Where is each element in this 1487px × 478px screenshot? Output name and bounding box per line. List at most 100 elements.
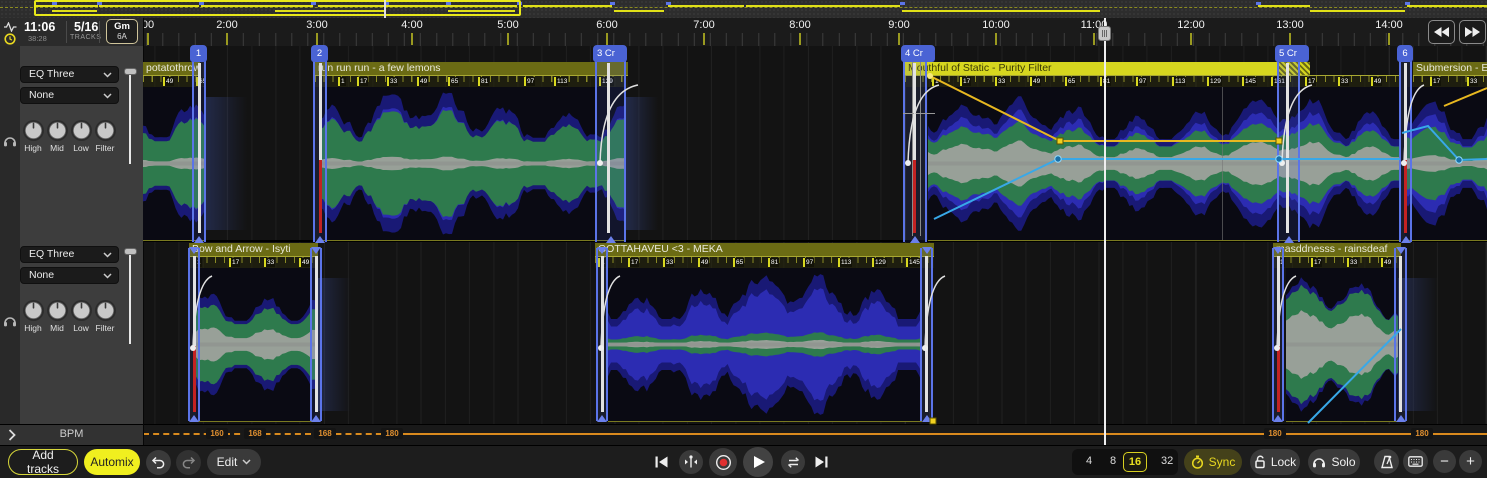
- minimap-viewport[interactable]: [34, 0, 521, 16]
- cue-tag[interactable]: 5 Cr: [1275, 45, 1309, 62]
- divider: [66, 21, 67, 43]
- time-ruler[interactable]: 002:003:004:005:006:007:008:009:0010:001…: [143, 18, 1487, 46]
- cue-region[interactable]: [920, 248, 933, 421]
- beat-number-chip: 113: [554, 77, 568, 86]
- bpm-value-chip[interactable]: 180: [1264, 428, 1286, 439]
- cue-region[interactable]: [903, 55, 927, 242]
- ruler-minute-tick: [507, 33, 509, 45]
- edit-label: Edit: [217, 455, 238, 469]
- bar-option-16[interactable]: 16: [1123, 452, 1147, 472]
- cue-tag[interactable]: 6: [1397, 45, 1413, 62]
- knob-mid[interactable]: [46, 299, 69, 322]
- beat-number-chip: 17: [1311, 258, 1322, 267]
- bar-option-8[interactable]: 8: [1110, 455, 1116, 467]
- chevron-down-icon: [103, 273, 112, 279]
- cue-tag[interactable]: 2: [311, 45, 328, 62]
- record-button[interactable]: [709, 448, 737, 476]
- clip-title-bar[interactable]: run run run - a few lemons: [315, 62, 628, 75]
- cue-region[interactable]: [595, 55, 626, 242]
- play-button[interactable]: [743, 447, 773, 477]
- fx-dropdown[interactable]: None: [20, 87, 119, 104]
- ruler-minute-tick: [799, 33, 801, 45]
- bpm-value-chip[interactable]: 180: [1411, 428, 1433, 439]
- fx-dropdown[interactable]: None: [20, 267, 119, 284]
- cue-region[interactable]: [1277, 55, 1300, 242]
- knob-low[interactable]: [70, 299, 93, 322]
- metronome-button[interactable]: [1374, 449, 1399, 474]
- cue-fade-curve: [1279, 55, 1318, 247]
- cue-handle-bottom[interactable]: [315, 236, 325, 243]
- knob-mid[interactable]: [46, 119, 69, 142]
- minimap-clip-bar: [1310, 10, 1405, 12]
- knob-label: Mid: [50, 323, 64, 333]
- clip-waveform[interactable]: [320, 87, 626, 240]
- cue-region[interactable]: [1272, 248, 1284, 421]
- sync-button[interactable]: Sync: [1184, 449, 1242, 475]
- cue-region[interactable]: [1394, 248, 1407, 421]
- cue-handle-bottom[interactable]: [311, 415, 321, 422]
- rewind-button[interactable]: [1428, 20, 1455, 44]
- skip-start-button[interactable]: [653, 454, 669, 470]
- cue-region[interactable]: [310, 248, 322, 421]
- bpm-value-chip[interactable]: 180: [381, 428, 403, 439]
- eq-preset-dropdown[interactable]: EQ Three: [20, 246, 119, 263]
- beat-number-chip: 33: [387, 77, 398, 86]
- cue-handle-top[interactable]: [1396, 247, 1406, 254]
- cue-handle-bottom[interactable]: [194, 236, 204, 243]
- knob-high[interactable]: [22, 299, 45, 322]
- skip-end-button[interactable]: [813, 454, 829, 470]
- cue-headphone-button[interactable]: [3, 134, 18, 147]
- knob-low[interactable]: [70, 119, 93, 142]
- cue-handle-bottom[interactable]: [1396, 415, 1406, 422]
- redo-button[interactable]: [176, 450, 201, 475]
- undo-button[interactable]: [146, 450, 171, 475]
- loop-button[interactable]: [781, 450, 805, 474]
- bpm-value-chip[interactable]: 168: [244, 428, 266, 439]
- add-tracks-button[interactable]: Add tracks: [8, 449, 78, 475]
- ruler-minute-tick: [703, 33, 705, 45]
- ruler-minute-tick: [316, 33, 318, 45]
- beat-number-chip: 33: [663, 258, 674, 267]
- cue-region[interactable]: [188, 248, 200, 421]
- bpm-lane[interactable]: 160 168 168 180 180 180: [143, 425, 1487, 445]
- clip-beat-ruler: 1173349658197113129145: [595, 256, 934, 268]
- clip-title-bar[interactable]: Mouthful of Static - Purity Filter: [905, 62, 1277, 75]
- lock-button[interactable]: Lock: [1250, 449, 1300, 475]
- edit-button[interactable]: Edit: [207, 449, 261, 475]
- cue-headphone-button[interactable]: [3, 314, 18, 327]
- cue-tag[interactable]: 1: [190, 45, 207, 62]
- cue-region[interactable]: [1399, 55, 1412, 242]
- bpm-value-chip[interactable]: 160: [206, 428, 228, 439]
- volume-slider-handle[interactable]: [124, 68, 137, 75]
- cue-tag[interactable]: 4 Cr: [901, 45, 935, 62]
- overview-minimap[interactable]: [0, 0, 1487, 18]
- knob-filter[interactable]: [94, 299, 117, 322]
- cue-region[interactable]: [192, 55, 206, 242]
- ruler-time-label: 14:00: [1375, 19, 1403, 31]
- solo-button[interactable]: Solo: [1308, 449, 1360, 475]
- fast-forward-button[interactable]: [1459, 20, 1486, 44]
- cue-region[interactable]: [313, 55, 327, 242]
- volume-slider-handle[interactable]: [124, 248, 137, 255]
- bar-option-32[interactable]: 32: [1161, 455, 1173, 467]
- eq-preset-dropdown[interactable]: EQ Three: [20, 66, 119, 83]
- cue-handle-top[interactable]: [311, 247, 321, 254]
- center-playhead-button[interactable]: [679, 450, 703, 474]
- ruler-minute-tick: [606, 33, 608, 45]
- cue-region[interactable]: [596, 248, 608, 421]
- playhead-handle[interactable]: [1098, 26, 1111, 41]
- bar-option-4[interactable]: 4: [1086, 455, 1092, 467]
- automix-button[interactable]: Automix: [84, 449, 140, 475]
- keyboard-shortcuts-button[interactable]: [1403, 449, 1428, 474]
- clip-waveform[interactable]: [928, 87, 1400, 240]
- cue-tag[interactable]: 3 Cr: [593, 45, 627, 62]
- knob-high[interactable]: [22, 119, 45, 142]
- clip-waveform[interactable]: [608, 268, 922, 421]
- zoom-in-button[interactable]: +: [1459, 450, 1482, 473]
- key-badge[interactable]: Gm 6A: [106, 19, 138, 44]
- zoom-out-button[interactable]: −: [1433, 450, 1456, 473]
- bpm-value-chip[interactable]: 168: [314, 428, 336, 439]
- clip-waveform[interactable]: [1286, 268, 1398, 421]
- clip-title-bar[interactable]: GOTTAHAVEU <3 - MEKA: [595, 243, 934, 256]
- knob-filter[interactable]: [94, 119, 117, 142]
